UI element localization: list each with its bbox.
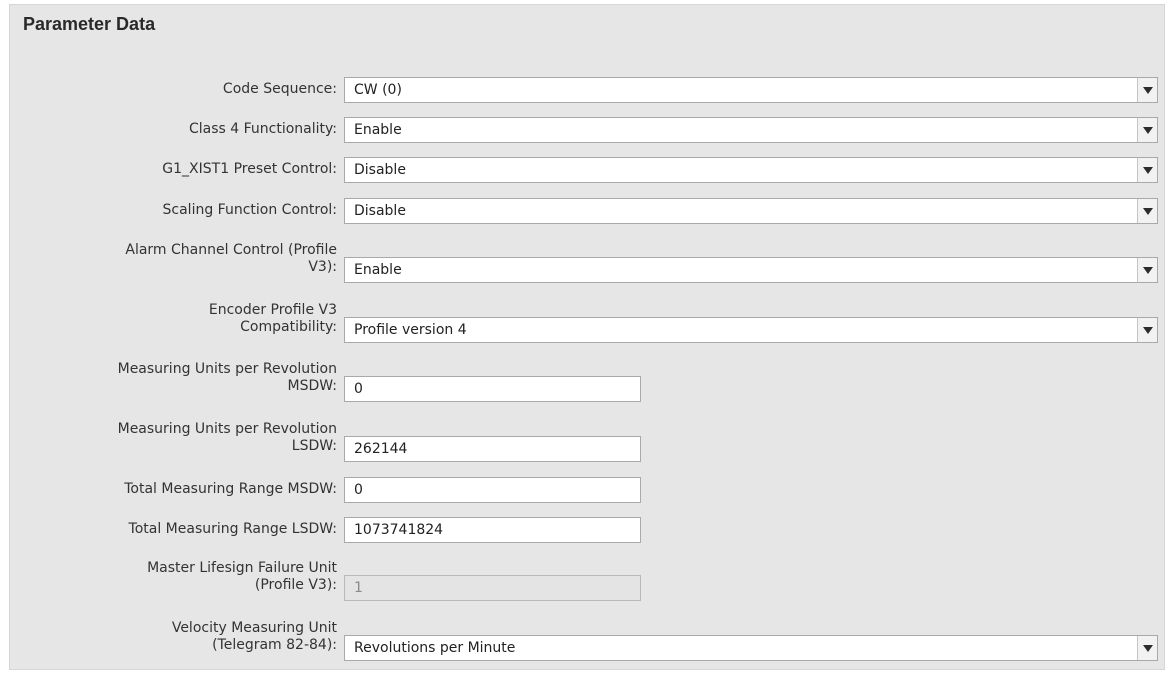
velocity-unit-value: Revolutions per Minute (354, 640, 516, 656)
chevron-down-icon (1143, 327, 1153, 334)
alarm-channel-value: Enable (354, 262, 402, 278)
mu-lsdw-label: Measuring Units per Revolution LSDW: (17, 421, 337, 455)
encoder-profile-dropdown-button[interactable] (1137, 318, 1157, 342)
chevron-down-icon (1143, 167, 1153, 174)
alarm-channel-dropdown-button[interactable] (1137, 258, 1157, 282)
mu-msdw-label-line2: MSDW: (287, 378, 338, 394)
lifesign-label: Master Lifesign Failure Unit (Profile V3… (17, 560, 337, 594)
encoder-profile-value: Profile version 4 (354, 322, 467, 338)
chevron-down-icon (1143, 127, 1153, 134)
alarm-channel-label: Alarm Channel Control (Profile V3): (17, 242, 337, 276)
tmr-lsdw-label: Total Measuring Range LSDW: (128, 521, 337, 537)
scaling-select[interactable]: Disable (344, 198, 1158, 224)
chevron-down-icon (1143, 267, 1153, 274)
encoder-profile-label-line2: Compatibility: (240, 319, 337, 335)
class4-label: Class 4 Functionality: (188, 121, 337, 137)
alarm-channel-select[interactable]: Enable (344, 257, 1158, 283)
chevron-down-icon (1143, 645, 1153, 652)
code-sequence-label: Code Sequence: (222, 81, 337, 97)
mu-msdw-input[interactable]: 0 (344, 376, 641, 402)
mu-lsdw-label-line1: Measuring Units per Revolution (117, 421, 337, 437)
encoder-profile-label-line1: Encoder Profile V3 (208, 302, 337, 318)
scaling-value: Disable (354, 203, 406, 219)
encoder-profile-label: Encoder Profile V3 Compatibility: (17, 302, 337, 336)
mu-msdw-label-line1: Measuring Units per Revolution (117, 361, 337, 377)
class4-select[interactable]: Enable (344, 117, 1158, 143)
tmr-lsdw-input[interactable]: 1073741824 (344, 517, 641, 543)
tmr-msdw-label: Total Measuring Range MSDW: (124, 481, 337, 497)
lifesign-input: 1 (344, 575, 641, 601)
velocity-unit-label-line1: Velocity Measuring Unit (171, 620, 337, 636)
chevron-down-icon (1143, 208, 1153, 215)
mu-lsdw-label-line2: LSDW: (291, 438, 337, 454)
velocity-unit-select[interactable]: Revolutions per Minute (344, 635, 1158, 661)
velocity-unit-label-line2: (Telegram 82-84): (212, 637, 337, 653)
class4-dropdown-button[interactable] (1137, 118, 1157, 142)
g1-preset-dropdown-button[interactable] (1137, 158, 1157, 182)
code-sequence-value: CW (0) (354, 82, 402, 98)
lifesign-label-line2: (Profile V3): (254, 577, 337, 593)
lifesign-label-line1: Master Lifesign Failure Unit (147, 560, 337, 576)
velocity-unit-label: Velocity Measuring Unit (Telegram 82-84)… (17, 620, 337, 654)
mu-lsdw-input[interactable]: 262144 (344, 436, 641, 462)
mu-msdw-label: Measuring Units per Revolution MSDW: (17, 361, 337, 395)
scaling-dropdown-button[interactable] (1137, 199, 1157, 223)
scaling-label: Scaling Function Control: (162, 202, 337, 218)
chevron-down-icon (1143, 87, 1153, 94)
code-sequence-dropdown-button[interactable] (1137, 78, 1157, 102)
alarm-channel-label-line1: Alarm Channel Control (Profile (125, 242, 337, 258)
g1-preset-value: Disable (354, 162, 406, 178)
alarm-channel-label-line2: V3): (308, 259, 337, 275)
code-sequence-select[interactable]: CW (0) (344, 77, 1158, 103)
class4-value: Enable (354, 122, 402, 138)
panel-title: Parameter Data (23, 14, 156, 34)
encoder-profile-select[interactable]: Profile version 4 (344, 317, 1158, 343)
velocity-unit-dropdown-button[interactable] (1137, 636, 1157, 660)
g1-preset-label: G1_XIST1 Preset Control: (162, 161, 337, 177)
tmr-msdw-input[interactable]: 0 (344, 477, 641, 503)
g1-preset-select[interactable]: Disable (344, 157, 1158, 183)
